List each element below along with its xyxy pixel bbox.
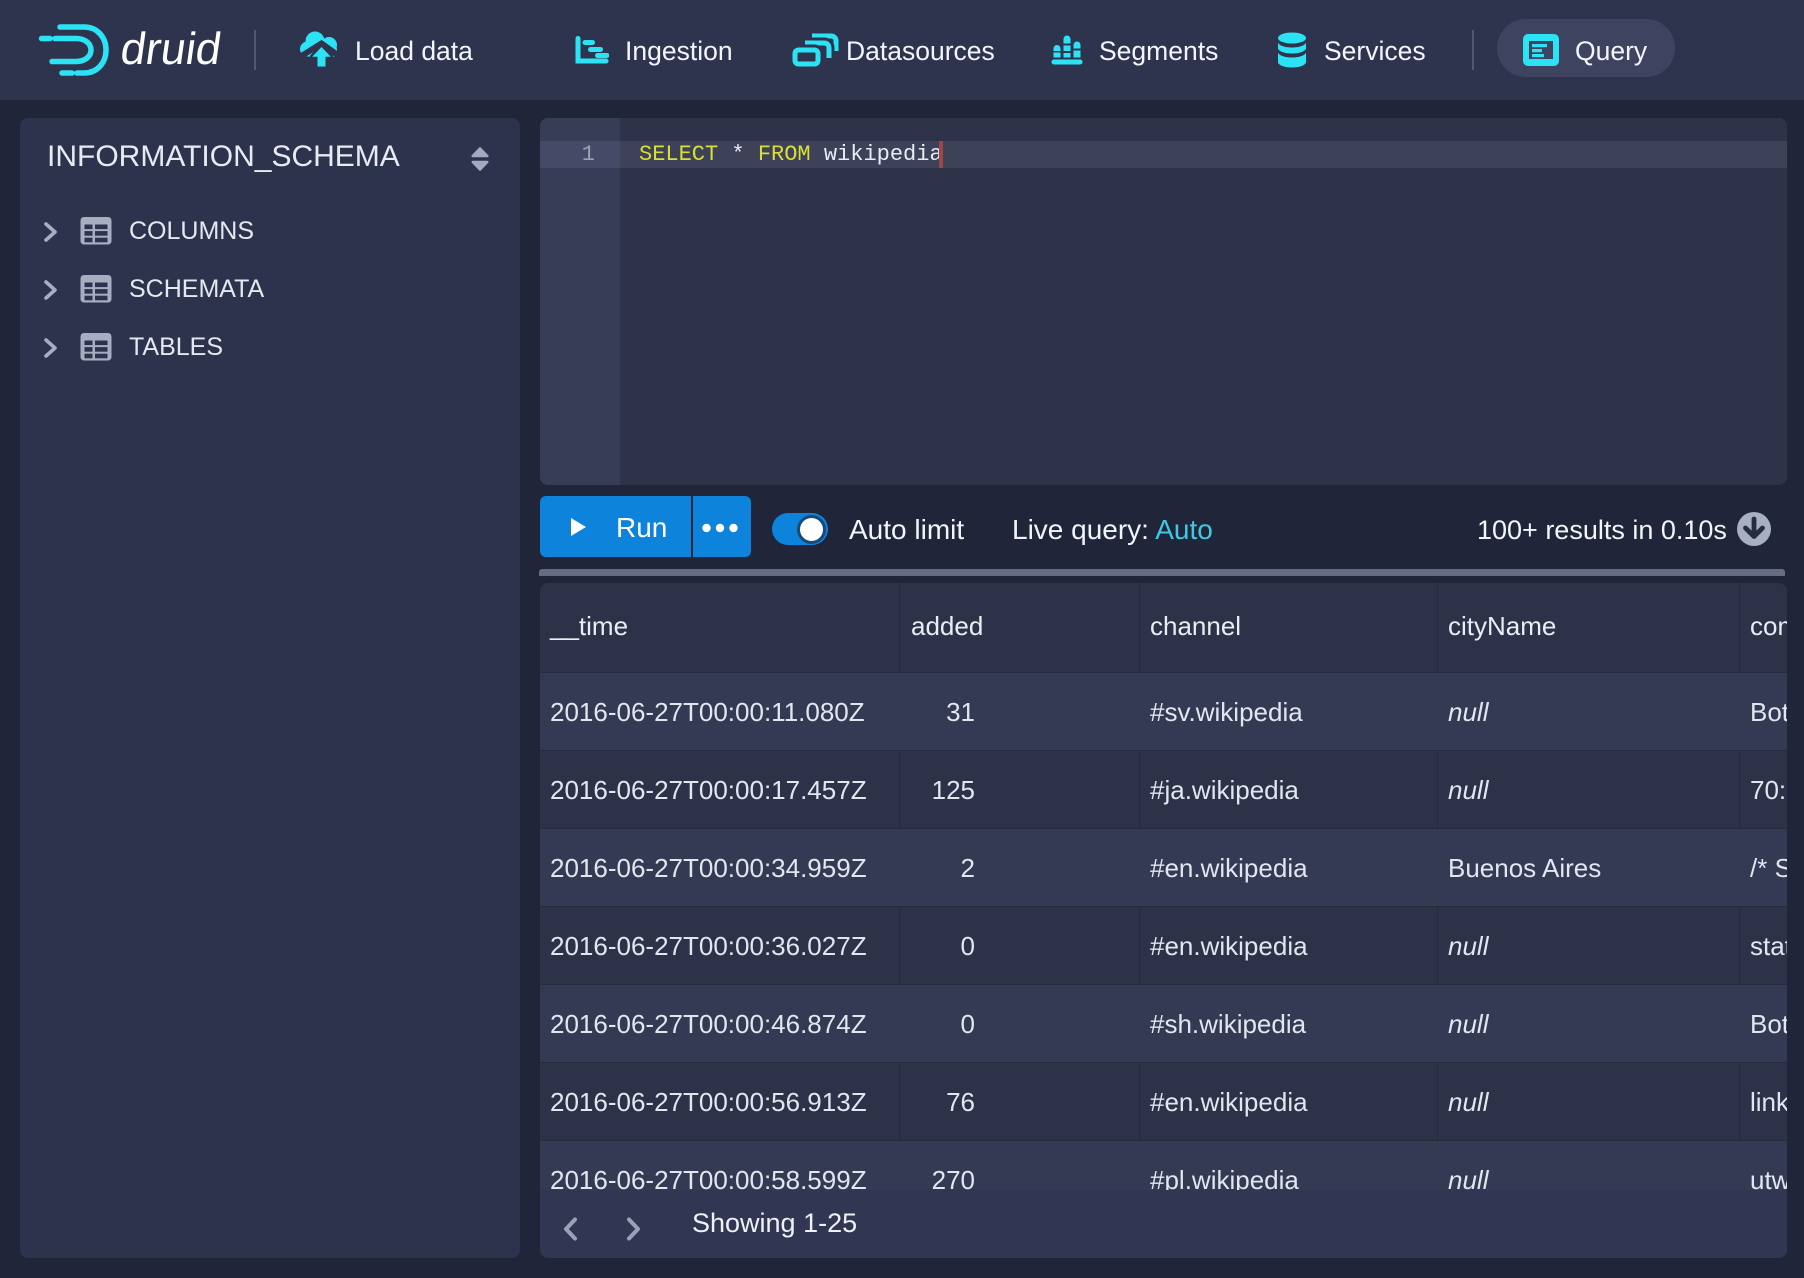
- svg-text:druid: druid: [118, 23, 225, 74]
